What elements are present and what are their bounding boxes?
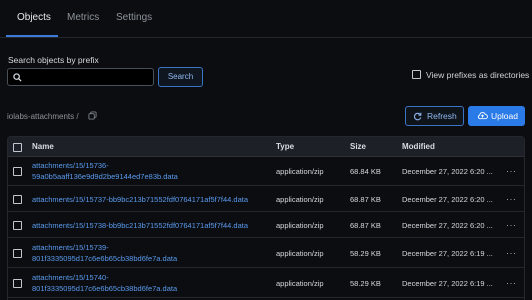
object-type: application/zip <box>276 195 324 204</box>
view-prefixes-label: View prefixes as directories <box>426 70 530 80</box>
object-name-line: attachments/15/15739- <box>32 243 109 252</box>
column-header-modified[interactable]: Modified <box>402 142 435 151</box>
object-size: 68.87 KB <box>350 221 381 230</box>
column-header-name[interactable]: Name <box>32 142 54 151</box>
object-link[interactable]: attachments/15/15736- 59a0b5aaff136e9d9d… <box>32 160 178 182</box>
cloud-upload-icon <box>477 112 488 120</box>
object-modified: December 27, 2022 6:19 ... <box>402 279 493 288</box>
object-size: 58.29 KB <box>350 249 381 258</box>
column-header-type[interactable]: Type <box>276 142 294 151</box>
table-row[interactable]: attachments/15/15738-bb9bc213b71552fdf07… <box>8 212 524 238</box>
search-icon <box>13 73 22 82</box>
row-checkbox[interactable] <box>13 249 22 258</box>
tab-bar: Objects Metrics Settings <box>0 0 532 38</box>
tab-metrics[interactable]: Metrics <box>67 12 99 23</box>
object-modified: December 27, 2022 6:19 ... <box>402 249 493 258</box>
view-prefixes-checkbox[interactable] <box>412 70 421 79</box>
active-tab-indicator <box>6 35 58 37</box>
row-actions-menu-icon[interactable]: ··· <box>506 278 517 288</box>
row-checkbox[interactable] <box>13 221 22 230</box>
column-header-size[interactable]: Size <box>350 142 366 151</box>
object-modified: December 27, 2022 6:20 ... <box>402 167 493 176</box>
object-link[interactable]: attachments/15/15739- 801f3335095d17c6e6… <box>32 242 177 264</box>
table-row[interactable]: attachments/15/15740- 801f3335095d17c6e6… <box>8 268 524 298</box>
object-name-line: attachments/15/15738-bb9bc213b71552fdf07… <box>32 221 249 230</box>
object-name-line: attachments/15/15737-bb9bc213b71552fdf07… <box>32 195 249 204</box>
refresh-button[interactable]: Refresh <box>405 106 464 126</box>
refresh-icon <box>413 112 422 121</box>
object-type: application/zip <box>276 167 324 176</box>
object-name-line: attachments/15/15740- <box>32 273 109 282</box>
object-name-line: 801f3335095d17c6e6b65cb38bd6fe7a.data <box>32 254 178 263</box>
tab-objects[interactable]: Objects <box>17 12 51 23</box>
object-link[interactable]: attachments/15/15737-bb9bc213b71552fdf07… <box>32 194 248 205</box>
object-modified: December 27, 2022 6:20 ... <box>402 195 493 204</box>
object-modified: December 27, 2022 6:20 ... <box>402 221 493 230</box>
search-label: Search objects by prefix <box>8 55 99 65</box>
row-actions-menu-icon[interactable]: ··· <box>506 166 517 176</box>
tab-settings[interactable]: Settings <box>116 12 152 23</box>
objects-table: Name Type Size Modified attachments/15/1… <box>7 136 525 300</box>
row-actions-menu-icon[interactable]: ··· <box>506 220 517 230</box>
table-row[interactable]: attachments/15/15737-bb9bc213b71552fdf07… <box>8 186 524 212</box>
row-checkbox[interactable] <box>13 195 22 204</box>
row-actions-menu-icon[interactable]: ··· <box>506 194 517 204</box>
search-input[interactable] <box>26 70 150 84</box>
object-size: 68.87 KB <box>350 195 381 204</box>
upload-button[interactable]: Upload <box>468 106 525 126</box>
row-checkbox[interactable] <box>13 167 22 176</box>
select-all-checkbox[interactable] <box>13 143 22 152</box>
table-header: Name Type Size Modified <box>8 137 524 157</box>
object-link[interactable]: attachments/15/15740- 801f3335095d17c6e6… <box>32 272 177 294</box>
object-type: application/zip <box>276 249 324 258</box>
object-link[interactable]: attachments/15/15738-bb9bc213b71552fdf07… <box>32 220 248 231</box>
object-name-line: 59a0b5aaff136e9d9d2be9144ed7e83b.data <box>32 172 178 181</box>
refresh-label: Refresh <box>427 111 457 121</box>
copy-icon[interactable] <box>88 111 97 120</box>
search-field[interactable] <box>7 68 154 86</box>
object-type: application/zip <box>276 221 324 230</box>
row-actions-menu-icon[interactable]: ··· <box>506 248 517 258</box>
row-checkbox[interactable] <box>13 279 22 288</box>
object-name-line: attachments/15/15736- <box>32 161 109 170</box>
upload-label: Upload <box>491 111 518 121</box>
object-size: 58.29 KB <box>350 279 381 288</box>
table-row[interactable]: attachments/15/15736- 59a0b5aaff136e9d9d… <box>8 157 524 186</box>
object-name-line: 801f3335095d17c6e6b65cb38bd6fe7a.data <box>32 284 178 293</box>
breadcrumb[interactable]: iolabs-attachments / <box>7 112 79 121</box>
object-type: application/zip <box>276 279 324 288</box>
search-button[interactable]: Search <box>158 67 203 87</box>
object-size: 68.84 KB <box>350 167 381 176</box>
table-row[interactable]: attachments/15/15739- 801f3335095d17c6e6… <box>8 238 524 268</box>
